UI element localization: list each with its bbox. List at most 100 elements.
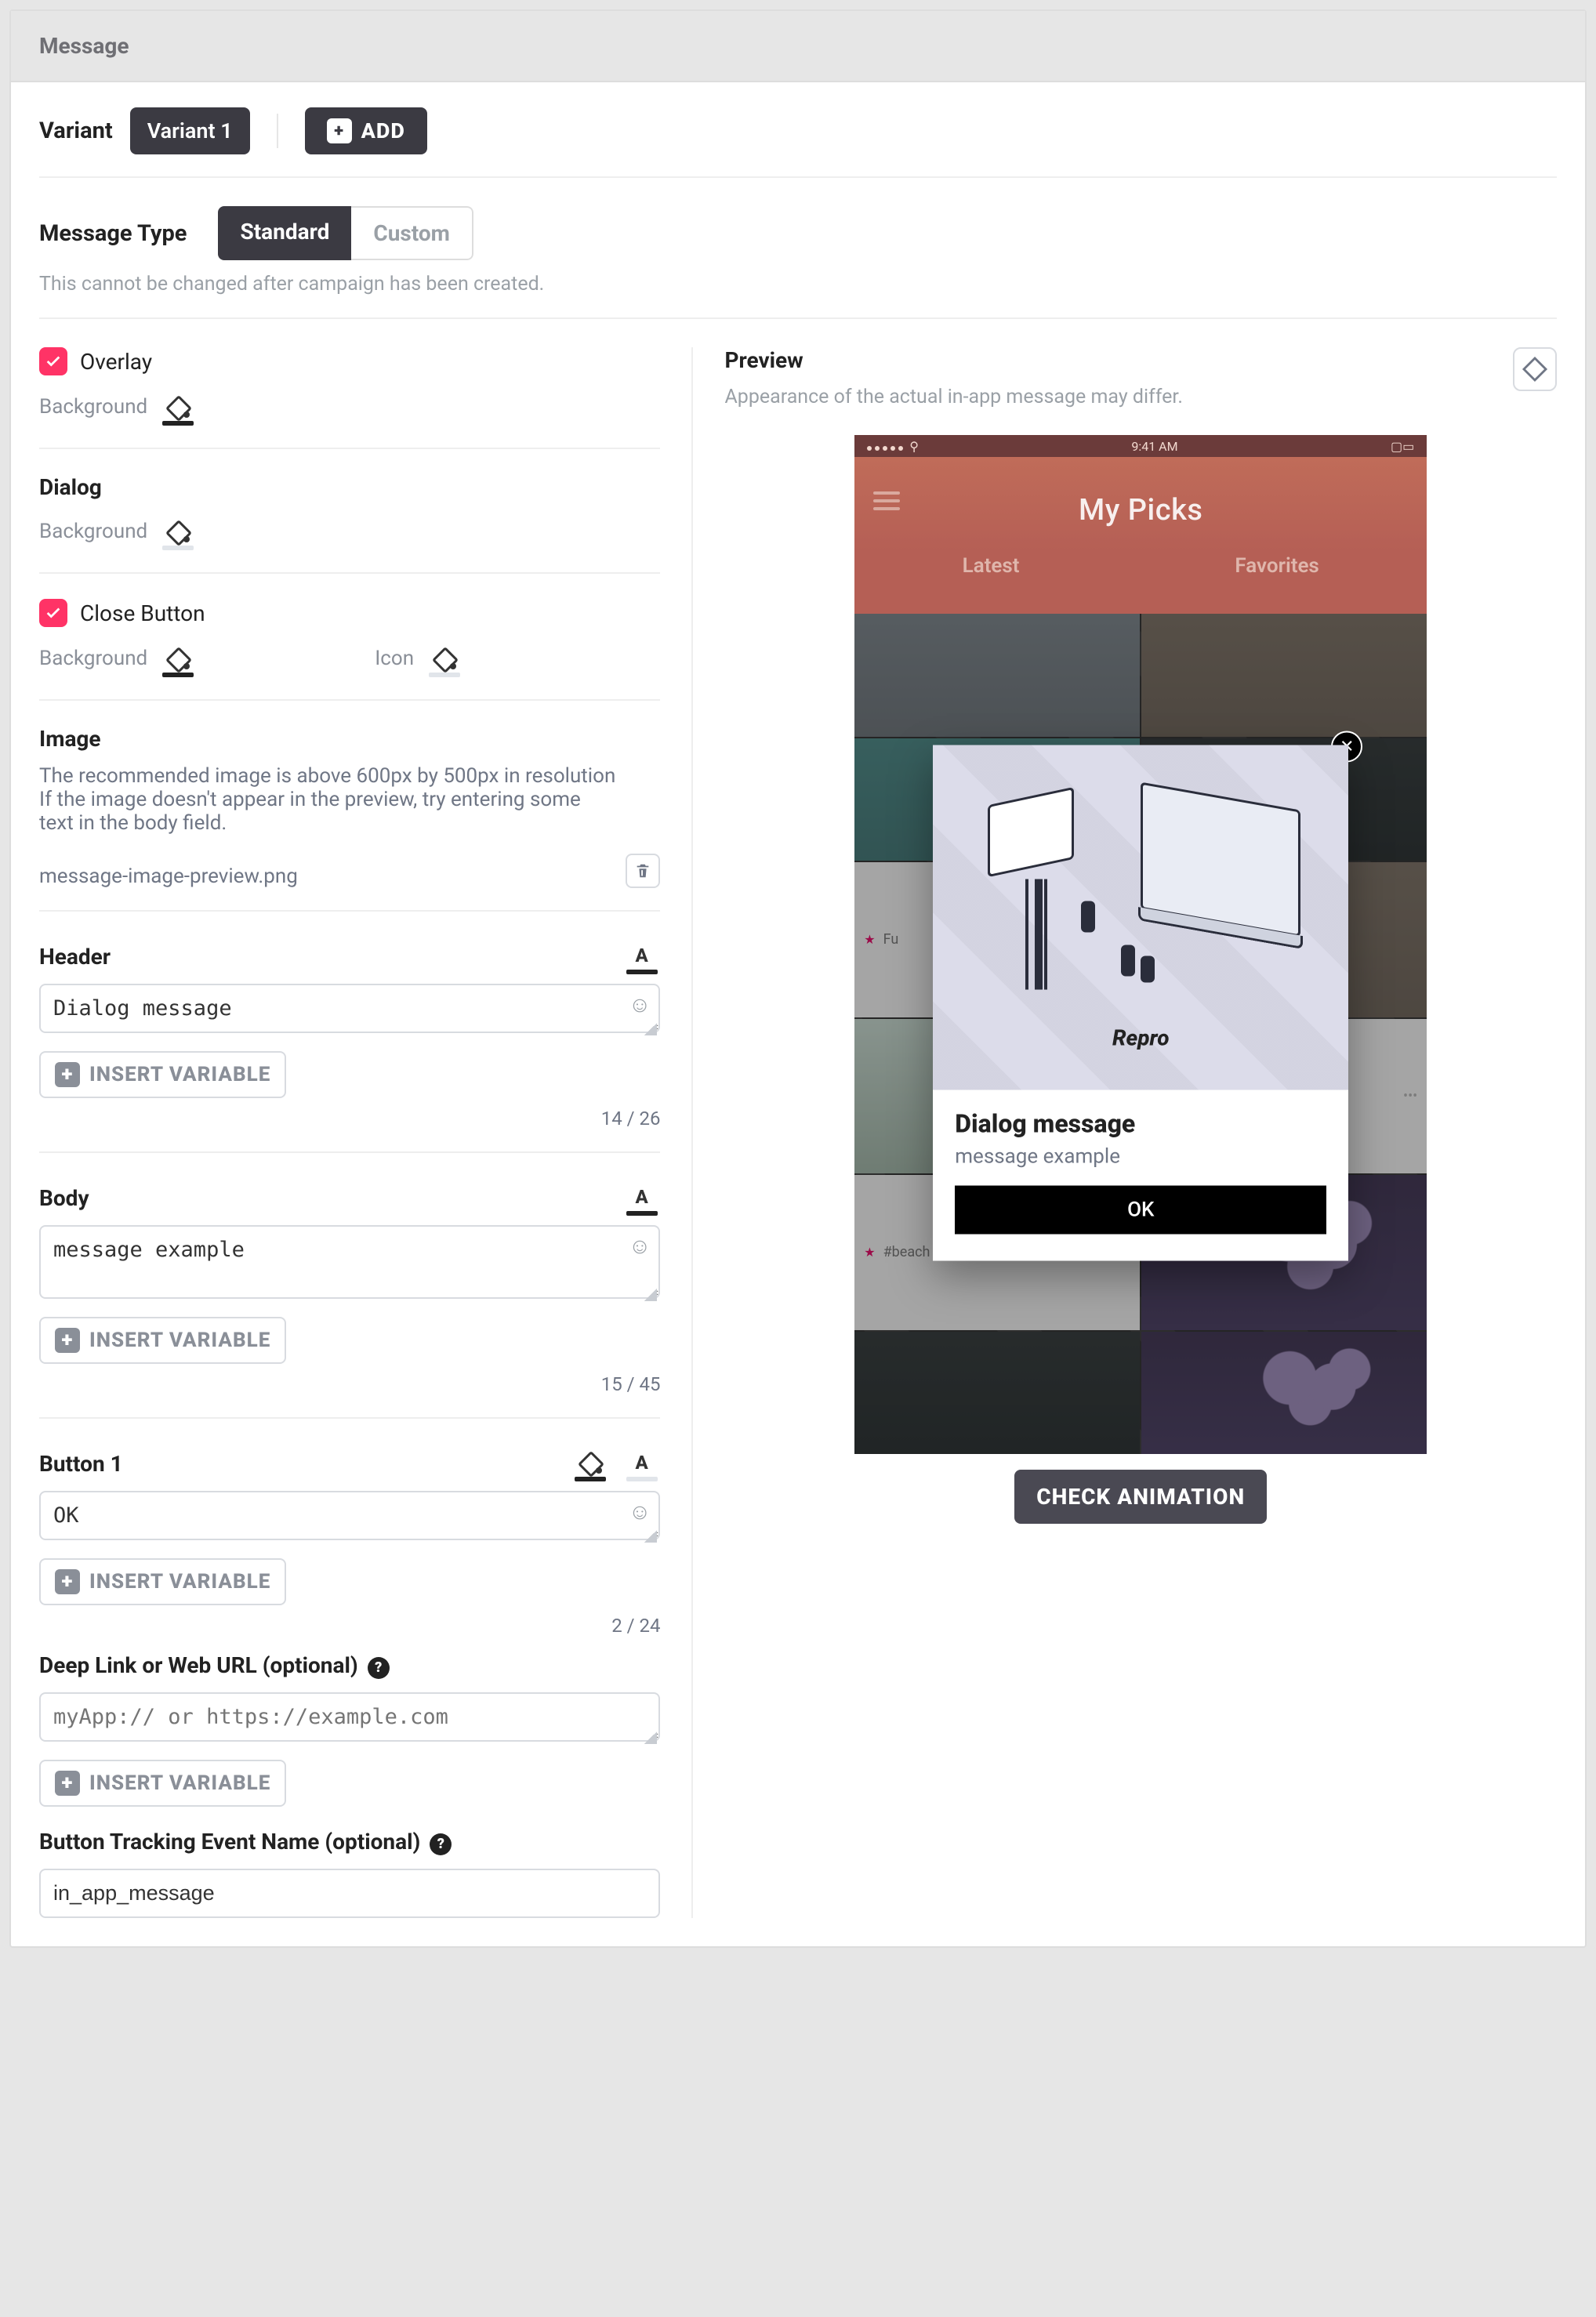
- body-text-color[interactable]: [624, 1178, 660, 1216]
- emoji-icon[interactable]: ☺: [629, 1233, 651, 1259]
- button1-insert-variable-button[interactable]: +INSERT VARIABLE: [39, 1558, 286, 1605]
- button1-title: Button 1: [39, 1451, 123, 1477]
- overlay-label: Overlay: [80, 349, 152, 375]
- menu-icon: [873, 491, 900, 510]
- help-icon[interactable]: ?: [368, 1657, 390, 1679]
- divider: [39, 1151, 660, 1153]
- resize-handle-icon[interactable]: [644, 1289, 657, 1301]
- status-bar: ⚲ 9:41 AM ▢▭: [854, 435, 1427, 457]
- app-title: My Picks: [1079, 493, 1202, 528]
- tracking-input[interactable]: [39, 1869, 660, 1918]
- image-help-2: If the image doesn't appear in the previ…: [39, 788, 660, 811]
- image-help-3: text in the body field.: [39, 811, 660, 835]
- image-section: Image The recommended image is above 600…: [39, 726, 660, 888]
- help-icon[interactable]: ?: [430, 1833, 452, 1855]
- dialog-bg-row: Background: [39, 513, 660, 550]
- close-button-row: Close Button: [39, 599, 660, 627]
- fill-bucket-icon: [166, 522, 190, 542]
- overlay-bg-color[interactable]: [160, 388, 196, 426]
- add-variant-button[interactable]: + ADD: [305, 107, 427, 154]
- resize-handle-icon[interactable]: [644, 1731, 657, 1744]
- dialog-title: Dialog: [39, 474, 660, 500]
- text-color-icon: [630, 1188, 654, 1208]
- variant-pill[interactable]: Variant 1: [130, 107, 250, 154]
- resize-handle-icon[interactable]: [644, 1530, 657, 1543]
- plus-icon: +: [55, 1062, 80, 1087]
- rotate-icon: [1522, 356, 1548, 383]
- add-label: ADD: [361, 118, 405, 143]
- close-bg-color[interactable]: [160, 640, 196, 677]
- trash-icon: [634, 862, 651, 879]
- panel-title: Message: [11, 11, 1585, 82]
- close-icon-color[interactable]: [426, 640, 462, 677]
- header-insert-variable-button[interactable]: +INSERT VARIABLE: [39, 1051, 286, 1098]
- overlay-row: Overlay: [39, 347, 660, 375]
- fill-bucket-icon: [166, 397, 190, 418]
- deeplink-insert-variable-button[interactable]: +INSERT VARIABLE: [39, 1760, 286, 1807]
- plus-icon: +: [55, 1569, 80, 1594]
- divider: [39, 448, 660, 449]
- preview-column: Preview Appearance of the actual in-app …: [693, 347, 1557, 1918]
- button1-fill-color[interactable]: [572, 1444, 608, 1481]
- dialog-image: Repro: [933, 745, 1348, 1090]
- resize-handle-icon[interactable]: [644, 1023, 657, 1035]
- overlay-checkbox[interactable]: [39, 347, 67, 375]
- button1-text-color[interactable]: [624, 1444, 660, 1481]
- emoji-icon[interactable]: ☺: [629, 1499, 651, 1525]
- repro-logo: Repro: [1112, 1025, 1170, 1051]
- fill-bucket-icon: [166, 649, 190, 669]
- body-field-section: Body ☺ +INSERT VARIABLE 15 / 45: [39, 1178, 660, 1395]
- body-field-title: Body: [39, 1185, 89, 1211]
- text-color-icon: [630, 1453, 654, 1474]
- deeplink-title: Deep Link or Web URL (optional): [39, 1652, 358, 1678]
- body-insert-variable-button[interactable]: +INSERT VARIABLE: [39, 1317, 286, 1364]
- message-type-custom[interactable]: Custom: [351, 206, 473, 260]
- deeplink-textarea[interactable]: [39, 1692, 660, 1742]
- button1-count: 2 / 24: [39, 1615, 660, 1637]
- plus-icon: +: [327, 118, 352, 143]
- header-textarea[interactable]: [39, 984, 660, 1033]
- split-container: Overlay Background Dialog Background: [39, 347, 1557, 1918]
- dialog-bg-color[interactable]: [160, 513, 196, 550]
- button1-textarea[interactable]: [39, 1491, 660, 1540]
- fill-bucket-icon: [579, 1453, 602, 1474]
- close-bg-label: Background: [39, 647, 147, 670]
- variant-label: Variant: [39, 118, 113, 144]
- header-text-color[interactable]: [624, 937, 660, 974]
- overlay-bg-row: Background: [39, 388, 660, 426]
- deeplink-section: Deep Link or Web URL (optional) ? +INSER…: [39, 1652, 660, 1807]
- dialog-title-text: Dialog message: [955, 1109, 1326, 1139]
- plus-icon: +: [55, 1328, 80, 1353]
- close-button-colors-row: Background Icon: [39, 640, 660, 677]
- divider: [39, 699, 660, 701]
- preview-dialog: ✕: [933, 745, 1348, 1261]
- message-type-standard[interactable]: Standard: [218, 206, 351, 260]
- body-textarea[interactable]: [39, 1225, 660, 1299]
- tracking-section: Button Tracking Event Name (optional) ?: [39, 1829, 660, 1918]
- image-title: Image: [39, 726, 660, 752]
- delete-image-button[interactable]: [626, 854, 660, 888]
- tracking-title: Button Tracking Event Name (optional): [39, 1829, 420, 1855]
- settings-column: Overlay Background Dialog Background: [39, 347, 691, 1918]
- header-count: 14 / 26: [39, 1108, 660, 1129]
- divider: [39, 1417, 660, 1419]
- check-animation-button[interactable]: CHECK ANIMATION: [1014, 1470, 1267, 1524]
- close-icon-label: Icon: [375, 647, 414, 670]
- app-tab-latest: Latest: [963, 554, 1020, 578]
- close-button-checkbox[interactable]: [39, 599, 67, 627]
- app-feed: ★Fu ★#beachskate••• ★#beach•••: [854, 614, 1427, 1454]
- overlay-bg-label: Background: [39, 395, 147, 419]
- emoji-icon[interactable]: ☺: [629, 992, 651, 1017]
- app-tab-favorites: Favorites: [1235, 554, 1319, 578]
- text-color-icon: [630, 946, 654, 966]
- check-icon: [45, 604, 62, 622]
- message-type-row: Message Type Standard Custom: [39, 206, 1557, 260]
- sample-illustration: Repro: [974, 780, 1307, 1056]
- message-type-note: This cannot be changed after campaign ha…: [39, 273, 1557, 296]
- rotate-preview-button[interactable]: [1513, 347, 1557, 391]
- message-panel: Message Variant Variant 1 + ADD Message …: [9, 9, 1587, 1948]
- check-icon: [45, 353, 62, 370]
- message-type-label: Message Type: [39, 220, 187, 247]
- body-count: 15 / 45: [39, 1373, 660, 1395]
- signal-dots-icon: ⚲: [867, 439, 919, 454]
